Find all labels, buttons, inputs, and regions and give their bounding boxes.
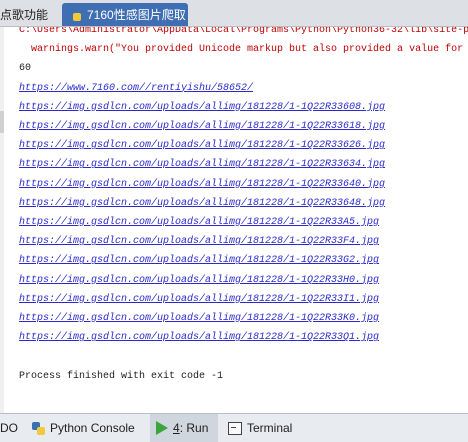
- console-link-line[interactable]: https://img.gsdlcn.com/uploads/allimg/18…: [19, 294, 379, 305]
- console-link-line[interactable]: https://img.gsdlcn.com/uploads/allimg/18…: [19, 159, 385, 170]
- run-label: : Run: [179, 421, 209, 435]
- bottom-tool-window-bar: DO Python Console 4: Run Terminal: [0, 413, 468, 442]
- console-link-line[interactable]: https://img.gsdlcn.com/uploads/allimg/18…: [19, 198, 385, 209]
- python-console-tool-tab[interactable]: Python Console: [32, 414, 144, 442]
- console-link-line[interactable]: https://img.gsdlcn.com/uploads/allimg/18…: [19, 179, 385, 190]
- run-console-output[interactable]: C:\Users\Administrator\AppData\Local\Pro…: [0, 27, 468, 413]
- console-link-line[interactable]: https://img.gsdlcn.com/uploads/allimg/18…: [19, 313, 379, 324]
- console-line: C:\Users\Administrator\AppData\Local\Pro…: [19, 27, 468, 36]
- tab-dian-ge-gong-neng[interactable]: 点歌功能: [0, 3, 62, 26]
- tab-label: 点歌功能: [0, 8, 49, 22]
- console-link-line[interactable]: https://img.gsdlcn.com/uploads/allimg/18…: [19, 121, 385, 132]
- todo-tool-tab[interactable]: DO: [0, 414, 24, 442]
- tab-7160-scraper[interactable]: 7160性感图片爬取: [62, 3, 188, 26]
- gutter-marker: [0, 111, 4, 133]
- python-console-label: Python Console: [50, 421, 135, 435]
- console-link-line[interactable]: https://img.gsdlcn.com/uploads/allimg/18…: [19, 236, 379, 247]
- terminal-tool-tab[interactable]: Terminal: [228, 414, 318, 442]
- console-gutter: [0, 27, 4, 413]
- console-line: 60: [19, 63, 32, 75]
- python-console-icon: [32, 421, 45, 435]
- todo-label: DO: [0, 421, 18, 435]
- console-line: Process finished with exit code -1: [19, 370, 224, 382]
- console-link-line[interactable]: https://img.gsdlcn.com/uploads/allimg/18…: [19, 255, 379, 266]
- console-link-line[interactable]: https://img.gsdlcn.com/uploads/allimg/18…: [19, 140, 385, 151]
- console-link-line[interactable]: https://img.gsdlcn.com/uploads/allimg/18…: [19, 275, 379, 286]
- run-number: 4: [173, 421, 180, 435]
- run-tool-tab[interactable]: 4: Run: [150, 414, 218, 442]
- console-link-line[interactable]: https://www.7160.com//rentiyishu/58652/: [19, 83, 253, 94]
- python-file-icon: [68, 8, 82, 22]
- run-icon: [156, 421, 168, 435]
- console-link-line[interactable]: https://img.gsdlcn.com/uploads/allimg/18…: [19, 217, 379, 228]
- editor-tab-bar: 点歌功能 7160性感图片爬取: [0, 0, 468, 27]
- tab-label: 7160性感图片爬取: [87, 8, 186, 22]
- console-link-line[interactable]: https://img.gsdlcn.com/uploads/allimg/18…: [19, 332, 379, 343]
- console-line: warnings.warn("You provided Unicode mark…: [19, 44, 464, 56]
- terminal-icon: [228, 421, 242, 435]
- console-link-line[interactable]: https://img.gsdlcn.com/uploads/allimg/18…: [19, 102, 385, 113]
- terminal-label: Terminal: [247, 421, 293, 435]
